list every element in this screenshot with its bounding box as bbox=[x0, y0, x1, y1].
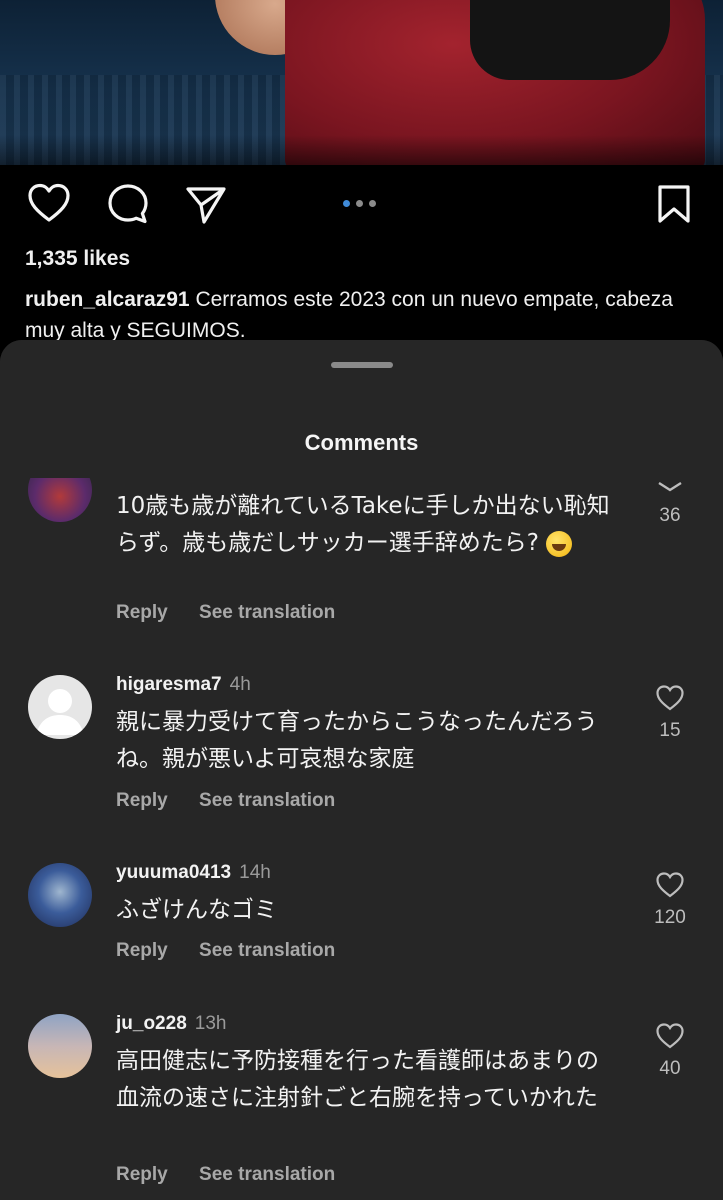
comment-username[interactable]: yuuuma0413 bbox=[116, 862, 231, 883]
see-translation-button[interactable]: See translation bbox=[199, 1164, 335, 1185]
likes-count[interactable]: 1,335 likes bbox=[25, 247, 130, 271]
comment-actions: Reply See translation bbox=[116, 790, 361, 812]
like-count: 15 bbox=[659, 720, 681, 741]
like-count: 120 bbox=[654, 907, 686, 928]
comment-time: 4h bbox=[229, 674, 251, 695]
chevron-down-icon bbox=[658, 481, 682, 492]
heart-icon bbox=[656, 872, 684, 898]
comment-like[interactable]: 36 bbox=[648, 478, 692, 527]
comment-actions: Reply See translation bbox=[116, 602, 361, 624]
carousel-dot-active bbox=[343, 200, 350, 207]
see-translation-button[interactable]: See translation bbox=[199, 940, 335, 961]
default-avatar-icon bbox=[36, 689, 84, 735]
reply-button[interactable]: Reply bbox=[116, 790, 168, 811]
heart-icon bbox=[656, 685, 684, 711]
comment-header: yuuuma0413 14h bbox=[116, 862, 271, 884]
carousel-dot bbox=[369, 200, 376, 207]
like-count: 40 bbox=[659, 1058, 681, 1079]
post-image[interactable] bbox=[0, 0, 723, 165]
comment-like-button[interactable]: 15 bbox=[648, 684, 692, 742]
caption-username[interactable]: ruben_alcaraz91 bbox=[25, 288, 190, 311]
carousel-dots bbox=[343, 200, 376, 207]
comment-time: 13h bbox=[194, 1013, 227, 1034]
comment-icon[interactable] bbox=[107, 183, 149, 225]
comment-like-button[interactable]: 40 bbox=[648, 1022, 692, 1080]
comment-header: higaresma7 4h bbox=[116, 674, 251, 696]
comment-text-body: 10歳も歳が離れているTakeに手しか出ない恥知らず。歳も歳だしサッカー選手辞め… bbox=[116, 493, 610, 556]
like-count: 36 bbox=[659, 505, 681, 526]
see-translation-button[interactable]: See translation bbox=[199, 790, 335, 811]
post-caption: ruben_alcaraz91 Cerramos este 2023 con u… bbox=[25, 284, 705, 346]
avatar[interactable] bbox=[28, 675, 92, 739]
comment-username[interactable]: higaresma7 bbox=[116, 674, 222, 695]
drag-handle[interactable] bbox=[331, 362, 393, 368]
see-translation-button[interactable]: See translation bbox=[199, 602, 335, 623]
player-sleeve bbox=[470, 0, 670, 80]
reply-button[interactable]: Reply bbox=[116, 602, 168, 623]
comment-actions: Reply See translation bbox=[116, 1164, 361, 1186]
rolling-laughing-emoji bbox=[546, 530, 573, 557]
sheet-title: Comments bbox=[304, 430, 419, 455]
sheet-header: Comments bbox=[0, 340, 723, 478]
heart-icon[interactable] bbox=[27, 183, 71, 223]
comment-text: ふざけんなゴミ bbox=[116, 897, 277, 923]
bookmark-icon[interactable] bbox=[656, 184, 692, 224]
comment-like-button[interactable]: 120 bbox=[648, 871, 692, 929]
comment-time: 14h bbox=[239, 862, 271, 883]
comment-header: ju_o228 13h bbox=[116, 1013, 226, 1035]
comments-sheet: Comments 10歳も歳が離れているTakeに手しか出ない恥知らず。歳も歳だ… bbox=[0, 340, 723, 1200]
avatar[interactable] bbox=[28, 863, 92, 927]
reply-button[interactable]: Reply bbox=[116, 940, 168, 961]
comment-actions: Reply See translation bbox=[116, 940, 361, 962]
comment-username[interactable]: ju_o228 bbox=[116, 1013, 187, 1034]
comment-text: 親に暴力受けて育ったからこうなったんだろうね。親が悪いよ可哀想な家庭 bbox=[116, 709, 598, 772]
send-icon[interactable] bbox=[185, 185, 227, 225]
image-shadow bbox=[0, 135, 723, 165]
carousel-dot bbox=[356, 200, 363, 207]
comment-text: 高田健志に予防接種を行った看護師はあまりの血流の速さに注射針ごと右腕を持っていか… bbox=[116, 1048, 599, 1111]
heart-icon bbox=[656, 1023, 684, 1049]
avatar[interactable] bbox=[28, 1014, 92, 1078]
reply-button[interactable]: Reply bbox=[116, 1164, 168, 1185]
comment-text: 10歳も歳が離れているTakeに手しか出ない恥知らず。歳も歳だしサッカー選手辞め… bbox=[116, 488, 616, 562]
